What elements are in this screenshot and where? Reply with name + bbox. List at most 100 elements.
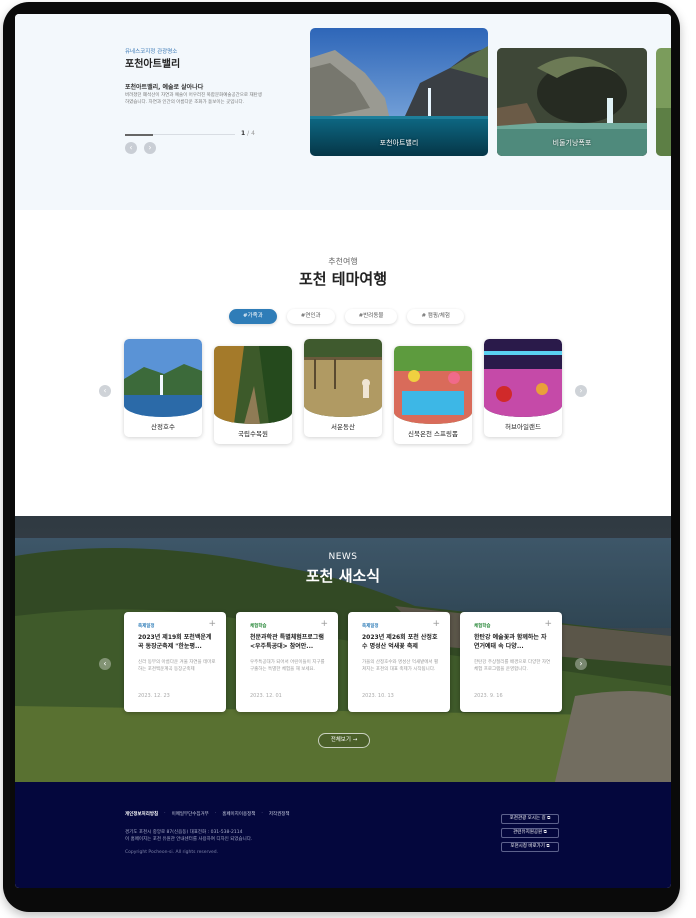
- footer-button-label: 관련유지원공원: [513, 830, 543, 835]
- photo-icon: [310, 28, 488, 156]
- photo-icon: [214, 346, 292, 424]
- footer-link-email[interactable]: 이메일무단수집거부: [172, 811, 209, 817]
- news-card-date: 2023. 12. 01: [250, 693, 282, 699]
- external-link-icon: ⧉: [547, 816, 551, 821]
- footer-address: 경기도 포천시 중앙로 87(신읍동) 대표전화 : 031-538-2114: [125, 830, 243, 835]
- news-card[interactable]: 축제일정 + 2023년 제26회 포천 산정호수 명성산 억새꽃 축제 가을의…: [348, 612, 450, 712]
- chevron-right-icon: ›: [579, 659, 583, 668]
- footer-button-label: 포천관광 오시는 길: [509, 816, 546, 821]
- news-card-desc: 가을의 산정호수와 명성산 억새밭에서 펼쳐지는 포천의 대표 축제가 시작됩니…: [362, 660, 439, 672]
- photo-icon: [124, 339, 202, 417]
- plus-icon[interactable]: +: [320, 619, 328, 629]
- footer-info: 경기도 포천시 중앙로 87(신읍동) 대표전화 : 031-538-2114 …: [125, 829, 252, 843]
- news-card-title: 천문과학관 특별체험프로그램 <우주특공대> 참여안...: [250, 634, 324, 650]
- theme-card-image: [124, 339, 202, 417]
- news-card-category: 체험학습: [474, 624, 491, 629]
- screen: 유네스코지정 관광명소 포천아트밸리 포천아트밸리, 예술로 살아나다 버려졌던…: [15, 14, 671, 888]
- news-card-desc: 신라 동부의 아름다운 겨울 자연을 테마로 하는 포천백운계곡 동장군축제: [138, 660, 216, 672]
- hero-progress-fill: [125, 133, 153, 136]
- news-title: 포천 새소식: [305, 567, 381, 585]
- theme-card-image: [304, 339, 382, 417]
- news-card[interactable]: 체험학습 + 천문과학관 특별체험프로그램 <우주특공대> 참여안... 우주특…: [236, 612, 338, 712]
- tab-couple[interactable]: #연인과: [286, 309, 335, 324]
- photo-icon: [394, 346, 472, 424]
- plus-icon[interactable]: +: [208, 619, 216, 629]
- hero-description: 버려졌던 폐석산이 자연과 예술이 어우러진 복합문화예술공간으로 재탄생하였습…: [125, 93, 262, 105]
- external-link-icon: ⧉: [543, 830, 547, 835]
- hero-slide-caption: 포천아트밸리: [379, 139, 419, 147]
- hero-slide[interactable]: 포천아트밸리: [310, 28, 488, 156]
- hero-slide[interactable]: 비둘기낭폭포: [497, 48, 647, 156]
- news-card-category: 축제일정: [138, 624, 155, 629]
- news-card-title: 한탄강 예술꽃과 함께하는 자연거예태 속 다양...: [474, 634, 547, 650]
- news-card-desc: 한탄강 주상절리를 배경으로 다양한 자연체험 프로그램을 운영합니다.: [474, 660, 551, 672]
- external-link-icon: ⧉: [546, 844, 550, 849]
- theme-next-button[interactable]: ›: [575, 385, 587, 397]
- footer-directions-button[interactable]: 포천관광 오시는 길 ⧉: [501, 814, 559, 824]
- news-card-category: 체험학습: [250, 624, 267, 629]
- news-card-category: 축제일정: [362, 624, 379, 629]
- photo-icon: [656, 48, 671, 156]
- theme-card-label: 허브아일랜드: [505, 423, 541, 431]
- theme-card-label: 산정호수: [151, 423, 175, 431]
- hero-counter-total: 4: [251, 130, 255, 137]
- hero-section: 유네스코지정 관광명소 포천아트밸리 포천아트밸리, 예술로 살아나다 버려졌던…: [15, 14, 671, 210]
- theme-card-image: [484, 339, 562, 417]
- theme-tabs: #가족과 #연인과 #반려동물 # 캠핑/체험: [229, 309, 464, 324]
- news-card-date: 2023. 10. 13: [362, 693, 394, 699]
- chevron-right-icon: ›: [148, 143, 152, 152]
- hero-prev-button[interactable]: ‹: [125, 142, 137, 154]
- footer-divider: ·: [261, 811, 263, 816]
- footer-link-copyright[interactable]: 저작권정책: [269, 811, 290, 817]
- chevron-right-icon: ›: [579, 386, 583, 395]
- device-frame: 유네스코지정 관광명소 포천아트밸리 포천아트밸리, 예술로 살아나다 버려졌던…: [3, 2, 680, 912]
- news-card[interactable]: 체험학습 + 한탄강 예술꽃과 함께하는 자연거예태 속 다양... 한탄강 주…: [460, 612, 562, 712]
- chevron-left-icon: ‹: [103, 386, 107, 395]
- plus-icon[interactable]: +: [432, 619, 440, 629]
- footer-link-privacy[interactable]: 개인정보처리방침: [125, 811, 158, 817]
- theme-card[interactable]: 신북온천 스프링폼: [394, 346, 472, 444]
- footer-button-label: 포천시청 바로가기: [510, 844, 545, 849]
- theme-card[interactable]: 허브아일랜드: [484, 339, 562, 437]
- tab-pet[interactable]: #반려동물: [344, 309, 398, 324]
- footer-notice: 이 홈페이지는 포천 유원관 안내센터를 사용하여 디자인 되었습니다.: [125, 837, 253, 842]
- theme-card-label: 신북온천 스프링폼: [408, 430, 458, 438]
- hero-slide-partial[interactable]: [656, 48, 671, 156]
- plus-icon[interactable]: +: [544, 619, 552, 629]
- theme-card[interactable]: 국립수목원: [214, 346, 292, 444]
- theme-card[interactable]: 산정호수: [124, 339, 202, 437]
- footer-link-policy[interactable]: 홈페이지이용정책: [222, 811, 255, 817]
- theme-card-image: [394, 346, 472, 424]
- hero-slide-caption: 비둘기낭폭포: [552, 139, 592, 147]
- footer-cityhall-button[interactable]: 포천시청 바로가기 ⧉: [501, 842, 559, 852]
- theme-title: 포천 테마여행: [298, 270, 388, 288]
- photo-icon: [484, 339, 562, 417]
- footer-park-button[interactable]: 관련유지원공원 ⧉: [501, 828, 559, 838]
- footer: 개인정보처리방침 · 이메일무단수집거부 · 홈페이지이용정책 · 저작권정책 …: [15, 782, 671, 888]
- hero-counter-separator: /: [247, 130, 250, 137]
- news-card[interactable]: 축제일정 + 2023년 제19회 포천백운계곡 동장군축제 "한눈평... 신…: [124, 612, 226, 712]
- hero-subtitle: 포천아트밸리, 예술로 살아나다: [125, 84, 204, 91]
- tab-family[interactable]: #가족과: [229, 309, 277, 324]
- theme-card-label: 국립수목원: [238, 430, 268, 438]
- theme-card[interactable]: 서운동산: [304, 339, 382, 437]
- hero-counter-current: 1: [241, 130, 246, 137]
- chevron-left-icon: ‹: [103, 659, 107, 668]
- news-prev-button[interactable]: ‹: [99, 658, 111, 670]
- hero-next-button[interactable]: ›: [144, 142, 156, 154]
- theme-prev-button[interactable]: ‹: [99, 385, 111, 397]
- footer-copyright: Copyright Pocheon-si. All rights reserve…: [125, 850, 219, 855]
- theme-card-image: [214, 346, 292, 424]
- footer-divider: ·: [164, 811, 166, 816]
- hero-category: 유네스코지정 관광명소: [125, 49, 178, 55]
- photo-icon: [304, 339, 382, 417]
- news-more-button[interactable]: 전체보기 →: [318, 733, 370, 748]
- theme-card-label: 서운동산: [331, 423, 355, 431]
- news-card-date: 2023. 9. 16: [474, 693, 503, 699]
- news-next-button[interactable]: ›: [575, 658, 587, 670]
- chevron-left-icon: ‹: [129, 143, 133, 152]
- tab-camping[interactable]: # 캠핑/체험: [407, 309, 464, 324]
- footer-links: 개인정보처리방침 · 이메일무단수집거부 · 홈페이지이용정책 · 저작권정책: [125, 811, 290, 817]
- news-card-date: 2023. 12. 23: [138, 693, 170, 699]
- hero-title: 포천아트밸리: [125, 59, 181, 70]
